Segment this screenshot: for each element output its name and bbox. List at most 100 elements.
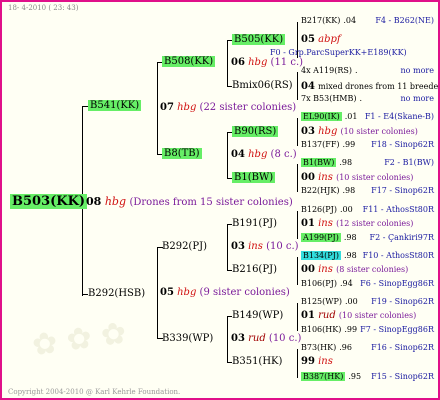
g3-queen[interactable]: B216(PJ) <box>232 264 277 275</box>
fm-queen[interactable]: B8(TB) <box>162 148 202 159</box>
g3-queen[interactable]: B351(HK) <box>232 356 282 367</box>
g4-queen[interactable]: B387(HK) <box>301 372 346 381</box>
mm-queen[interactable]: B339(WP) <box>162 333 213 344</box>
g3-gen-number: 01 <box>301 218 315 229</box>
mother-queen[interactable]: B292(HSB) <box>88 288 145 299</box>
g4-queen[interactable]: B73(HK) <box>301 343 336 352</box>
g4-queen[interactable]: B137(FF) <box>301 140 340 149</box>
g4-queen[interactable]: 7x B53(HMB) <box>301 94 357 103</box>
father-queen[interactable]: B541(KK) <box>88 100 142 111</box>
g4-row: B387(HK) .95 <box>301 372 361 381</box>
g3-generation: 04 mixed drones from 11 breeder colonies <box>301 81 440 92</box>
g3-gen-number: 04 <box>301 81 315 92</box>
g4-queen[interactable]: A199(PJ) <box>301 233 341 242</box>
g4-row: B126(PJ) .00 <box>301 205 353 214</box>
g3-queen[interactable]: B149(WP) <box>232 310 283 321</box>
g3-gen-tag: hbg <box>318 126 338 137</box>
g4-queen[interactable]: B22(HJK) <box>301 186 339 195</box>
g4-origin: F15 - Sinop62R <box>371 372 434 381</box>
g4-year: .95 <box>348 372 362 381</box>
father-gen-number: 07 <box>160 102 174 113</box>
root-gen-number: 08 <box>86 195 102 208</box>
g3-generation: 05 abpf <box>301 34 341 45</box>
g4-origin: F11 - AthosSt80R <box>362 205 434 214</box>
g3-gen-tag: ins <box>318 356 333 367</box>
connector <box>297 349 298 378</box>
mf-gen-tag: ins <box>248 241 263 252</box>
g4-row: B137(FF) .99 <box>301 140 355 149</box>
root-drones: (Drones from 15 sister colonies) <box>129 197 293 208</box>
g3-queen[interactable]: Bmix06(RS) <box>232 80 293 91</box>
connector <box>297 118 298 146</box>
g4-row: B106(PJ) .94 <box>301 279 353 288</box>
root-queen[interactable]: B503(KK) <box>10 194 88 209</box>
ff-generation: 06 hbg (11 c.) <box>231 57 303 68</box>
g4-queen[interactable]: B1(BW) <box>301 158 337 167</box>
g4-queen[interactable]: B217(KK) <box>301 16 340 25</box>
root-gen-tag: hbg <box>104 195 126 208</box>
mf-gen-number: 03 <box>231 241 245 252</box>
pedigree-frame: ✿ ✿ ✿ 18- 4-2010 ( 23: 43) B503(KK) 08 h… <box>0 0 440 400</box>
g4-origin: F4 - B262(NE) <box>375 16 434 25</box>
g4-origin: F17 - Sinop62R <box>371 186 434 195</box>
g3-queen[interactable]: B90(RS) <box>232 126 279 137</box>
ff-sisters: (11 c.) <box>270 57 304 68</box>
g4-row: B134(PJ) .98 <box>301 251 357 260</box>
g3-gen-number: 03 <box>301 126 315 137</box>
g4-row: 7x B53(HMB). <box>301 94 362 103</box>
g4-queen[interactable]: 4x A119(RS) <box>301 66 352 75</box>
g4-origin: F2 - B1(BW) <box>384 158 434 167</box>
g3-tail: F0 - Grp.ParcSuperKK+E189(KK) <box>270 48 407 57</box>
g4-year: .98 <box>342 186 356 195</box>
g3-queen[interactable]: B1(BW) <box>232 172 276 183</box>
g4-origin: no more <box>400 66 434 75</box>
g3-generation: 00 ins (8 sister colonies) <box>301 264 408 275</box>
g4-origin: F2 - Çankiri97R <box>369 233 434 242</box>
g4-queen[interactable]: B106(HK) <box>301 325 341 334</box>
ff-gen-tag: hbg <box>248 57 268 68</box>
g3-gen-tag: ins <box>318 218 333 229</box>
ff-gen-number: 06 <box>231 57 245 68</box>
mother-gen-tag: hbg <box>177 287 197 298</box>
g4-row: 4x A119(RS). <box>301 66 357 75</box>
g4-year: .98 <box>343 233 357 242</box>
g3-generation: 01 ins (12 sister colonies) <box>301 218 413 229</box>
root-generation: 08 hbg (Drones from 15 sister colonies) <box>86 195 293 208</box>
g3-gen-tag: rud <box>318 310 336 321</box>
g3-generation: 01 rud (10 sister colonies) <box>301 310 416 321</box>
g4-queen[interactable]: B106(PJ) <box>301 279 337 288</box>
g4-year: .01 <box>344 112 358 121</box>
father-generation: 07 hbg (22 sister colonies) <box>160 102 296 113</box>
g4-queen[interactable]: B126(PJ) <box>301 205 337 214</box>
fm-generation: 04 hbg (8 c.) <box>231 149 297 160</box>
g4-year: .00 <box>339 205 353 214</box>
connector <box>157 247 158 339</box>
mm-gen-number: 03 <box>231 333 245 344</box>
g4-row: B1(BW) .98 <box>301 158 352 167</box>
g3-generation: 00 ins (10 sister colonies) <box>301 172 413 183</box>
mf-queen[interactable]: B292(PJ) <box>162 241 207 252</box>
g4-queen[interactable]: B134(PJ) <box>301 251 341 260</box>
g3-generation: 99 ins <box>301 356 333 367</box>
g4-year: .98 <box>339 158 353 167</box>
g4-row: B125(WP) .00 <box>301 297 358 306</box>
g3-queen[interactable]: B505(KK) <box>232 34 286 45</box>
g4-queen[interactable]: B125(WP) <box>301 297 342 306</box>
mother-sisters: (9 sister colonies) <box>199 287 290 298</box>
g4-queen[interactable]: EL90(IK) <box>301 112 342 121</box>
father-sisters: (22 sister colonies) <box>199 102 297 113</box>
g4-origin: F1 - E4(Skane-B) <box>364 112 434 121</box>
g3-sisters: (10 sister colonies) <box>340 127 418 136</box>
g4-origin: F7 - SinopEgg86R <box>360 325 434 334</box>
g4-origin: F19 - Sinop62R <box>371 297 434 306</box>
g3-mixed-drones: mixed drones from 11 breeder colonies <box>318 82 440 91</box>
ff-queen[interactable]: B508(KK) <box>162 56 216 67</box>
g3-generation: 03 hbg (10 sister colonies) <box>301 126 418 137</box>
g3-queen[interactable]: B191(PJ) <box>232 218 277 229</box>
g4-row: B106(HK) .99 <box>301 325 357 334</box>
connector <box>297 211 298 239</box>
g4-year: . <box>359 94 363 103</box>
g3-sisters: (8 sister colonies) <box>336 265 409 274</box>
connector <box>227 132 228 178</box>
g3-gen-number: 99 <box>301 356 315 367</box>
